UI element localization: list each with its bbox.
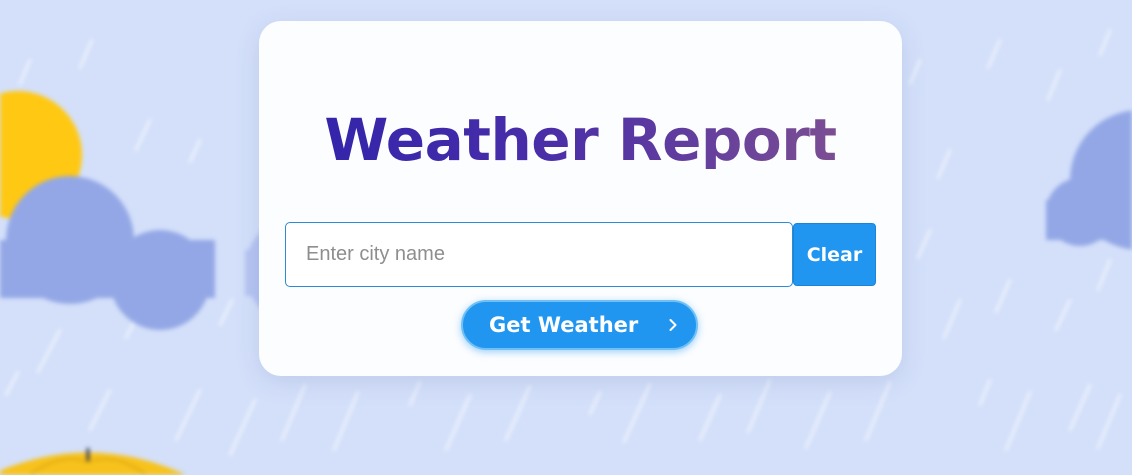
chevron-right-icon xyxy=(669,319,677,331)
weather-card: Weather Report Clear Get Weather xyxy=(259,21,902,376)
page-title: Weather Report xyxy=(259,111,902,169)
umbrella-icon xyxy=(0,448,186,475)
city-search-input[interactable] xyxy=(285,222,793,287)
left-cloud-icon xyxy=(0,176,215,330)
right-cloud-icon xyxy=(1046,110,1132,250)
get-weather-label: Get Weather xyxy=(489,313,639,337)
clear-button[interactable]: Clear xyxy=(793,223,876,286)
get-weather-button[interactable]: Get Weather xyxy=(461,300,698,350)
